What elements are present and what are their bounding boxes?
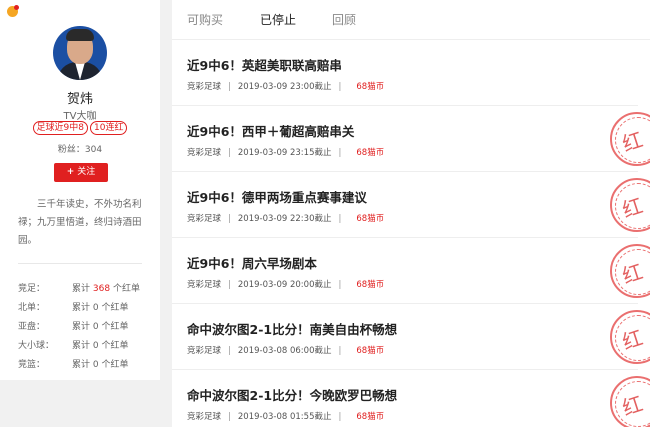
plan-item[interactable]: 近9中6！英超美职联高赔串 竞彩足球 | 2019-03-09 23:00截止 | 68… <box>172 40 638 106</box>
plan-meta: 竞彩足球 | 2019-03-09 23:15截止 | 68猫币 <box>187 148 385 158</box>
plan-price: 68猫币 <box>356 148 385 158</box>
plan-item[interactable]: 近9中6！德甲两场重点赛事建议 竞彩足球 | 2019-03-09 22:30截止 |… <box>172 172 650 238</box>
site-logo-icon <box>7 5 19 17</box>
expert-tags: 足球近9中8 10连红 <box>0 121 160 135</box>
streak-tag: 10连红 <box>90 121 128 135</box>
stat-number: 0 <box>92 341 99 351</box>
stats-list: 竞足： 累计 368 个红单 北单： 累计 0 个红单 亚盘： 累计 0 个红单… <box>18 281 148 376</box>
divider <box>18 263 142 264</box>
red-result-stamp-icon: 红 <box>610 310 650 364</box>
stat-prefix: 累计 <box>72 303 91 313</box>
red-result-stamp-icon: 红 <box>610 112 650 166</box>
tab-available[interactable]: 可购买 <box>187 11 223 28</box>
plus-icon: + <box>66 167 75 177</box>
plan-category: 竞彩足球 <box>187 214 222 224</box>
plan-title[interactable]: 近9中6！周六早场剧本 <box>187 253 317 272</box>
stat-suffix: 个红单 <box>101 341 129 351</box>
plan-price: 68猫币 <box>356 214 385 224</box>
stat-label: 亚盘： <box>18 322 46 332</box>
stat-label: 竞足： <box>18 284 46 294</box>
expert-bio: 三千年读史，不外功名利禄；九万里悟道，终归诗酒田园。 <box>18 199 142 246</box>
stat-suffix: 个红单 <box>101 322 129 332</box>
plan-meta: 竞彩足球 | 2019-03-08 01:55截止 | 68猫币 <box>187 412 385 422</box>
plan-category: 竞彩足球 <box>187 82 222 92</box>
tab-review[interactable]: 回顾 <box>332 11 356 28</box>
plan-meta: 竞彩足球 | 2019-03-09 23:00截止 | 68猫币 <box>187 82 385 92</box>
stat-prefix: 累计 <box>72 322 91 332</box>
plan-deadline: 2019-03-09 20:00截止 <box>237 280 332 290</box>
stat-row-jingzu: 竞足： 累计 368 个红单 <box>18 281 148 300</box>
profile-panel: 贺炜 TV大咖 足球近9中8 10连红 粉丝：304 + 关注 三千年读史，不外功… <box>0 0 160 380</box>
stat-label: 北单： <box>18 303 46 313</box>
stat-number: 0 <box>92 322 99 332</box>
plan-title[interactable]: 近9中6！德甲两场重点赛事建议 <box>187 187 367 206</box>
stat-prefix: 累计 <box>72 284 91 294</box>
plan-title[interactable]: 近9中6！西甲＋葡超高赔串关 <box>187 121 354 140</box>
plan-deadline: 2019-03-09 23:00截止 <box>237 82 332 92</box>
stat-row-daxiaoqiu: 大小球： 累计 0 个红单 <box>18 338 148 357</box>
fans-count: 粉丝：304 <box>57 145 103 155</box>
plan-category: 竞彩足球 <box>187 148 222 158</box>
plan-item[interactable]: 近9中6！西甲＋葡超高赔串关 竞彩足球 | 2019-03-09 23:15截止 | 6… <box>172 106 650 172</box>
stat-suffix: 个红单 <box>112 284 140 294</box>
plan-price: 68猫币 <box>356 346 385 356</box>
stat-number: 0 <box>92 303 99 313</box>
avatar[interactable] <box>53 26 107 80</box>
plan-deadline: 2019-03-08 01:55截止 <box>237 412 332 422</box>
stat-row-beidan: 北单： 累计 0 个红单 <box>18 300 148 319</box>
red-result-stamp-icon: 红 <box>610 376 650 427</box>
record-tag: 足球近9中8 <box>32 121 88 135</box>
plan-title[interactable]: 命中波尔图2-1比分！南美自由杯畅想 <box>187 319 397 338</box>
stat-prefix: 累计 <box>72 341 91 351</box>
stat-prefix: 累计 <box>72 360 91 370</box>
stat-row-yapan: 亚盘： 累计 0 个红单 <box>18 319 148 338</box>
follow-button[interactable]: + 关注 <box>54 163 108 182</box>
stat-suffix: 个红单 <box>101 303 129 313</box>
stat-suffix: 个红单 <box>101 360 129 370</box>
tab-bar: 可购买 已停止 回顾 <box>172 0 650 40</box>
plan-category: 竞彩足球 <box>187 280 222 290</box>
stat-number: 0 <box>92 360 99 370</box>
plan-title[interactable]: 命中波尔图2-1比分！今晚欧罗巴畅想 <box>187 385 397 404</box>
red-result-stamp-icon: 红 <box>610 178 650 232</box>
plan-meta: 竞彩足球 | 2019-03-09 22:30截止 | 68猫币 <box>187 214 385 224</box>
red-result-stamp-icon: 红 <box>610 244 650 298</box>
plan-meta: 竞彩足球 | 2019-03-08 06:00截止 | 68猫币 <box>187 346 385 356</box>
stat-label: 竞篮： <box>18 360 46 370</box>
plan-title[interactable]: 近9中6！英超美职联高赔串 <box>187 55 342 74</box>
plan-item[interactable]: 命中波尔图2-1比分！南美自由杯畅想 竞彩足球 | 2019-03-08 06:00… <box>172 304 650 370</box>
plan-deadline: 2019-03-09 22:30截止 <box>237 214 332 224</box>
plan-item[interactable]: 命中波尔图2-1比分！今晚欧罗巴畅想 竞彩足球 | 2019-03-08 01:55… <box>172 370 650 427</box>
plan-deadline: 2019-03-08 06:00截止 <box>237 346 332 356</box>
plan-price: 68猫币 <box>356 82 385 92</box>
follow-label: 关注 <box>77 167 96 177</box>
stat-row-jinglan: 竞篮： 累计 0 个红单 <box>18 357 148 376</box>
stat-number: 368 <box>92 284 111 294</box>
plan-list-panel: 可购买 已停止 回顾 近9中6！英超美职联高赔串 竞彩足球 | 2019-03-09… <box>172 0 650 427</box>
plan-meta: 竞彩足球 | 2019-03-09 20:00截止 | 68猫币 <box>187 280 385 290</box>
plan-price: 68猫币 <box>356 280 385 290</box>
stat-label: 大小球： <box>18 341 55 351</box>
plan-category: 竞彩足球 <box>187 346 222 356</box>
expert-subtitle: TV大咖 <box>63 111 97 122</box>
plan-price: 68猫币 <box>356 412 385 422</box>
plan-item[interactable]: 近9中6！周六早场剧本 竞彩足球 | 2019-03-09 20:00截止 | 68猫币… <box>172 238 650 304</box>
expert-name: 贺炜 <box>66 92 93 107</box>
plan-category: 竞彩足球 <box>187 412 222 422</box>
plan-deadline: 2019-03-09 23:15截止 <box>237 148 332 158</box>
tab-stopped[interactable]: 已停止 <box>260 11 296 28</box>
